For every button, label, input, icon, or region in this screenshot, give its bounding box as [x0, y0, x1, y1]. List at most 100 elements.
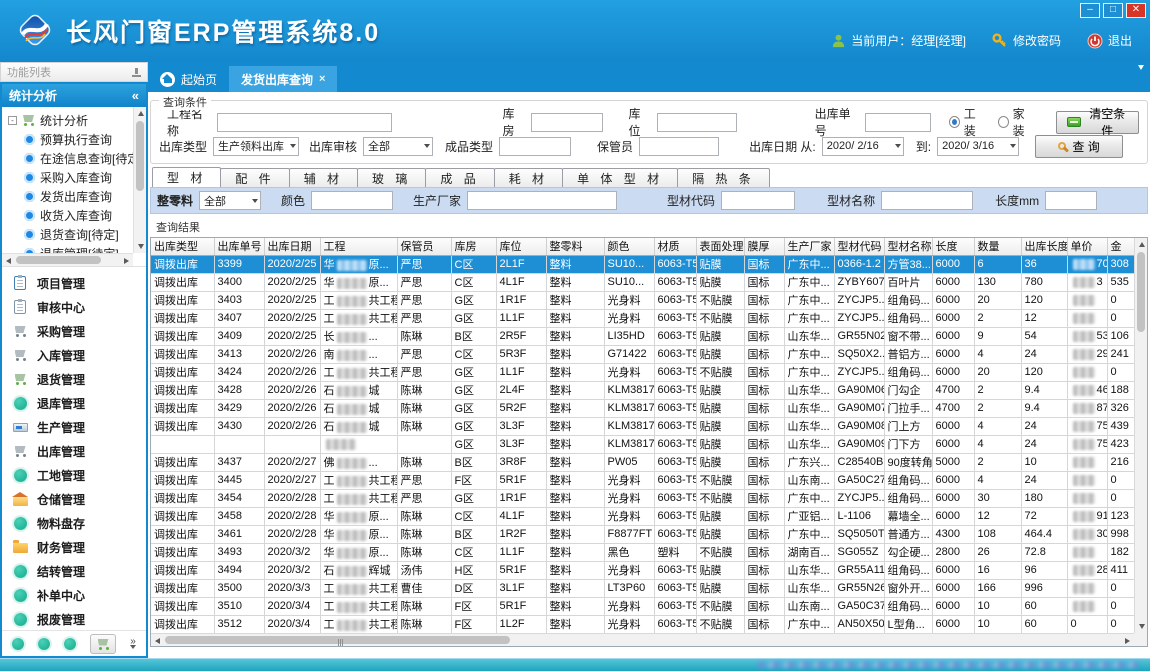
date-to-picker[interactable]: 2020/ 3/16	[937, 137, 1019, 156]
column-header[interactable]: 表面处理	[696, 238, 744, 255]
table-row[interactable]: 调拨出库34942020/3/2石辉城汤伟H区5R1F整料光身料6063-T5贴…	[151, 561, 1134, 579]
table-row[interactable]: 调拨出库34612020/2/28华原...陈琳B区1R2F整料F8877FT6…	[151, 525, 1134, 543]
radio-jiazhuang[interactable]: 家装	[998, 105, 1035, 139]
material-tab[interactable]: 单 体 型 材	[562, 168, 678, 187]
sidebar-item-dot[interactable]: 退库管理	[12, 391, 146, 415]
product-type-input[interactable]	[499, 137, 571, 156]
tab-close-icon[interactable]: ×	[319, 73, 325, 85]
column-header[interactable]: 型材代码	[834, 238, 884, 255]
scroll-up-icon[interactable]	[134, 107, 146, 120]
sidebar-tree-item[interactable]: 预算执行查询	[8, 130, 133, 149]
scroll-left-icon[interactable]	[2, 254, 15, 267]
material-tab[interactable]: 隔 热 条	[677, 168, 770, 187]
scroll-right-icon[interactable]	[1121, 634, 1134, 647]
column-header[interactable]: 数量	[974, 238, 1021, 255]
keeper-input[interactable]	[639, 137, 719, 156]
length-input[interactable]	[1045, 191, 1097, 210]
column-header[interactable]: 保管员	[397, 238, 451, 255]
tree-horizontal-scrollbar[interactable]	[2, 253, 133, 266]
bill-no-input[interactable]	[865, 113, 931, 132]
whole-select[interactable]: 全部	[199, 191, 261, 210]
radio-off-icon[interactable]	[998, 116, 1009, 128]
tab-shipment-outbound-query[interactable]: 发货出库查询 ×	[229, 66, 337, 92]
table-row[interactable]: 调拨出库34302020/2/26石城陈琳G区3L3F整料KLM38176063…	[151, 417, 1134, 435]
table-row[interactable]: 调拨出库34542020/2/28工共工程严思G区1R1F整料光身料6063-T…	[151, 489, 1134, 507]
expander-icon[interactable]: -	[8, 116, 17, 125]
sidebar-item-clipboard-blue[interactable]: 项目管理	[12, 271, 146, 295]
tab-home[interactable]: 起始页	[148, 66, 229, 92]
section-header[interactable]: 统计分析 «	[2, 84, 146, 107]
sidebar-item-cart-gray[interactable]: 采购管理	[12, 319, 146, 343]
sidebar-tree-item[interactable]: 发货出库查询	[8, 187, 133, 206]
sidebar-item-dot[interactable]: 物料盘存	[12, 511, 146, 535]
column-header[interactable]: 单价	[1067, 238, 1107, 255]
color-input[interactable]	[311, 191, 393, 210]
table-row[interactable]: 调拨出库34932020/3/2华原...陈琳C区1L1F整料黑色塑料不贴膜国标…	[151, 543, 1134, 561]
sidebar-item-cart-green[interactable]: 退货管理	[12, 367, 146, 391]
material-tab[interactable]: 型 材	[152, 167, 221, 187]
radio-on-icon[interactable]	[949, 116, 960, 128]
column-header[interactable]: 膜厚	[744, 238, 784, 255]
date-from-picker[interactable]: 2020/ 2/16	[822, 137, 904, 156]
tab-list-dropdown-icon[interactable]	[1138, 70, 1144, 84]
column-header[interactable]: 出库类型	[151, 238, 214, 255]
close-button[interactable]: ✕	[1126, 3, 1146, 18]
sidebar-item-dot[interactable]: 补单中心	[12, 583, 146, 607]
module-dot-icon[interactable]	[12, 638, 24, 650]
radio-gongzhuang[interactable]: 工装	[949, 105, 986, 139]
material-tab[interactable]: 辅 材	[289, 168, 358, 187]
table-row[interactable]: 调拨出库34452020/2/27工共工程严思F区5R1F整料光身料6063-T…	[151, 471, 1134, 489]
module-dot-icon[interactable]	[64, 638, 76, 650]
minimize-button[interactable]: –	[1080, 3, 1100, 18]
sidebar-item-machine[interactable]: 生产管理	[12, 415, 146, 439]
room-input[interactable]	[531, 113, 603, 132]
column-header[interactable]: 材质	[654, 238, 696, 255]
table-row[interactable]: 调拨出库34002020/2/25华原...严思C区4L1F整料SU10...6…	[151, 273, 1134, 291]
out-type-select[interactable]: 生产领料出库	[213, 137, 299, 156]
column-header[interactable]: 长度	[932, 238, 974, 255]
clear-conditions-button[interactable]: 清空条件	[1056, 111, 1139, 134]
logout-button[interactable]: 退出	[1087, 32, 1132, 49]
column-header[interactable]: 出库日期	[264, 238, 320, 255]
scroll-down-icon[interactable]	[1135, 620, 1148, 633]
search-button[interactable]: 查 询	[1035, 135, 1123, 158]
sidebar-item-house[interactable]: 仓储管理	[12, 487, 146, 511]
table-row[interactable]: 调拨出库33992020/2/25华原...严思C区2L1F整料SU10...6…	[151, 255, 1134, 273]
pin-icon[interactable]	[132, 68, 141, 77]
location-input[interactable]	[657, 113, 737, 132]
sidebar-tree-item[interactable]: 采购入库查询	[8, 168, 133, 187]
sidebar-tree-item[interactable]: 退货查询[待定]	[8, 225, 133, 244]
scrollbar-thumb[interactable]	[165, 636, 510, 644]
table-row[interactable]: 调拨出库35102020/3/4工共工程陈琳F区5R1F整料光身料6063-T5…	[151, 597, 1134, 615]
table-row[interactable]: G区3L3F整料KLM38176063-T5贴膜国标山东华...GA90M09.…	[151, 435, 1134, 453]
table-row[interactable]: 调拨出库34582020/2/28华原...陈琳C区4L1F整料光身料6063-…	[151, 507, 1134, 525]
project-name-input[interactable]	[217, 113, 392, 132]
table-row[interactable]: 调拨出库34092020/2/25长...陈琳B区2R5F整料LI35HD606…	[151, 327, 1134, 345]
material-tab[interactable]: 成 品	[425, 168, 494, 187]
sidebar-item-clipboard[interactable]: 审核中心	[12, 295, 146, 319]
column-header[interactable]: 出库单号	[214, 238, 264, 255]
scroll-left-icon[interactable]	[151, 634, 164, 647]
table-row[interactable]: 调拨出库34072020/2/25工共工程严思G区1L1F整料光身料6063-T…	[151, 309, 1134, 327]
sidebar-tree-item[interactable]: 退库管理[待定]	[8, 244, 133, 253]
column-header[interactable]: 生产厂家	[784, 238, 834, 255]
sidebar-item-dot[interactable]: 报废管理	[12, 607, 146, 630]
scroll-right-icon[interactable]	[120, 254, 133, 267]
name-input[interactable]	[881, 191, 973, 210]
table-row[interactable]: 调拨出库34292020/2/26石城陈琳G区5R2F整料KLM38176063…	[151, 399, 1134, 417]
column-header[interactable]: 工程	[320, 238, 397, 255]
column-header[interactable]: 库房	[451, 238, 496, 255]
sidebar-item-cart-gray[interactable]: 入库管理	[12, 343, 146, 367]
table-row[interactable]: 调拨出库35002020/3/3工共工程曹佳D区3L1F整料LT3P606063…	[151, 579, 1134, 597]
module-dot-icon[interactable]	[38, 638, 50, 650]
table-row[interactable]: 调拨出库35122020/3/4工共工程陈琳F区1L2F整料光身料6063-T5…	[151, 615, 1134, 633]
material-tab[interactable]: 玻 璃	[357, 168, 426, 187]
audit-select[interactable]: 全部	[363, 137, 433, 156]
table-row[interactable]: 调拨出库34242020/2/26工共工程严思G区1L1F整料光身料6063-T…	[151, 363, 1134, 381]
column-header[interactable]: 金	[1107, 238, 1134, 255]
grid-horizontal-scrollbar[interactable]	[151, 633, 1134, 646]
code-input[interactable]	[721, 191, 795, 210]
tree-vertical-scrollbar[interactable]	[133, 107, 146, 253]
material-tab[interactable]: 耗 材	[494, 168, 563, 187]
column-header[interactable]: 型材名称	[884, 238, 932, 255]
